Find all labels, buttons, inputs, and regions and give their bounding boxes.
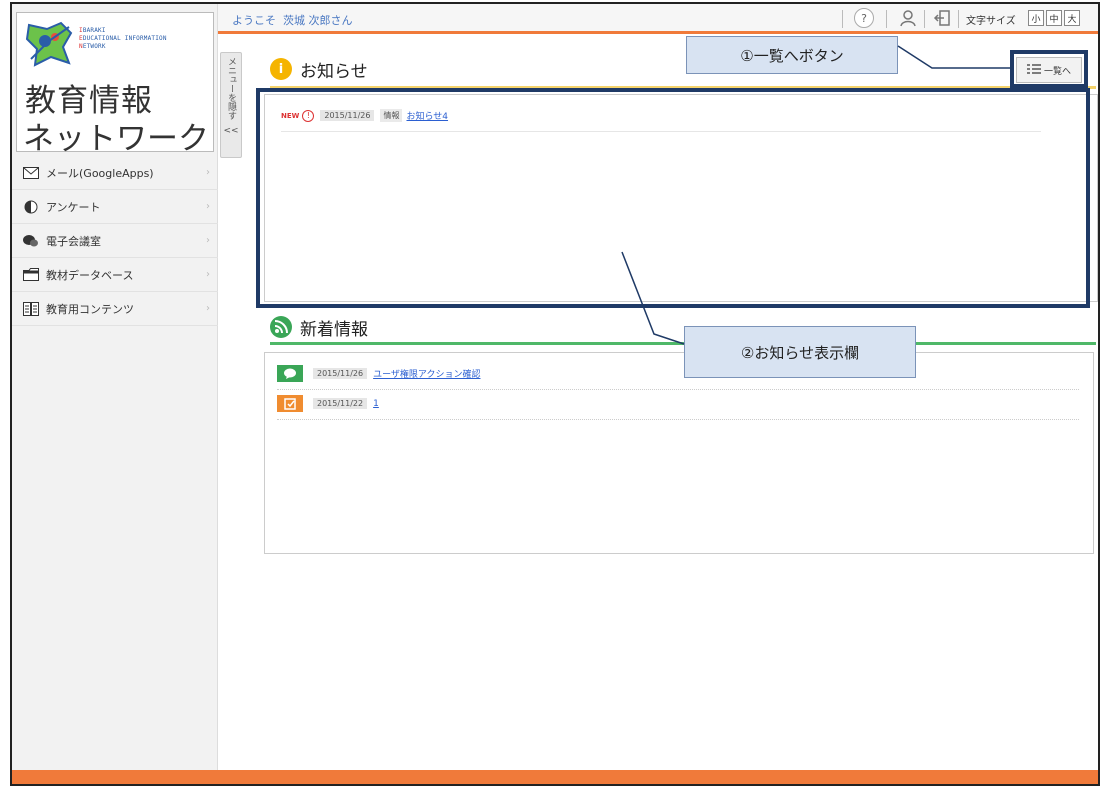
notice-panel-highlight bbox=[256, 88, 1090, 308]
chevron-right-icon: › bbox=[206, 201, 210, 212]
top-bar: ようこそ 茨城 次郎さん ? 文字サイズ 小 中 大 bbox=[218, 4, 1098, 34]
news-item[interactable]: 2015/11/26 ユーザ権限アクション確認 bbox=[277, 365, 480, 382]
mail-icon bbox=[22, 165, 40, 181]
font-size-small-button[interactable]: 小 bbox=[1028, 10, 1044, 26]
logo-en-line-3: NETWORK bbox=[79, 43, 106, 50]
logout-icon[interactable] bbox=[932, 8, 952, 28]
notice-header: i お知らせ bbox=[270, 56, 368, 82]
folder-icon bbox=[22, 267, 40, 283]
rss-icon bbox=[270, 316, 292, 338]
divider bbox=[842, 10, 843, 28]
chevron-right-icon: › bbox=[206, 167, 210, 178]
sidebar-item-conference[interactable]: 電子会議室 › bbox=[12, 224, 218, 258]
survey-icon bbox=[22, 199, 40, 215]
username-link[interactable]: 茨城 次郎さん bbox=[283, 14, 353, 27]
news-date: 2015/11/22 bbox=[313, 398, 368, 409]
font-size-medium-button[interactable]: 中 bbox=[1046, 10, 1062, 26]
news-title-link[interactable]: ユーザ権限アクション確認 bbox=[373, 367, 480, 380]
sidebar-item-label: アンケート bbox=[46, 200, 101, 214]
sidebar-item-label: 教育用コンテンツ bbox=[46, 302, 134, 316]
logo-jp-line-2: ネットワーク bbox=[23, 121, 209, 157]
hide-menu-label: メニューを隠す bbox=[226, 57, 236, 120]
news-header: 新着情報 bbox=[270, 314, 368, 340]
news-underline bbox=[270, 342, 1096, 345]
chevron-right-icon: › bbox=[206, 303, 210, 314]
divider bbox=[886, 10, 887, 28]
hide-menu-button[interactable]: メニューを隠す << bbox=[220, 52, 242, 158]
app-window: IBARAKI EDUCATIONAL INFORMATION NETWORK … bbox=[10, 2, 1100, 786]
sidebar-item-label: 教材データベース bbox=[46, 268, 134, 282]
book-icon bbox=[22, 301, 40, 317]
user-profile-icon[interactable] bbox=[898, 8, 918, 28]
survey-icon bbox=[277, 395, 303, 412]
divider bbox=[277, 389, 1079, 390]
help-icon[interactable]: ? bbox=[854, 8, 874, 28]
font-size-large-button[interactable]: 大 bbox=[1064, 10, 1080, 26]
news-title: 新着情報 bbox=[300, 319, 368, 340]
chat-icon bbox=[277, 365, 303, 382]
logo-mark-icon bbox=[25, 21, 73, 67]
font-size-label: 文字サイズ bbox=[966, 16, 1016, 27]
sidebar-item-contents[interactable]: 教育用コンテンツ › bbox=[12, 292, 218, 326]
info-icon: i bbox=[270, 58, 292, 80]
divider bbox=[958, 10, 959, 28]
callout-list-button: ①一覧へボタン bbox=[686, 36, 898, 74]
footer-bar bbox=[12, 770, 1098, 784]
logo-en-line-2: EDUCATIONAL INFORMATION bbox=[79, 35, 167, 42]
callout-notice-panel: ②お知らせ表示欄 bbox=[684, 326, 916, 378]
divider bbox=[277, 419, 1079, 420]
sidebar-item-survey[interactable]: アンケート › bbox=[12, 190, 218, 224]
sidebar-item-label: メール(GoogleApps) bbox=[46, 166, 154, 180]
double-chevron-left-icon: << bbox=[223, 126, 239, 136]
list-button-highlight bbox=[1010, 50, 1088, 88]
logo-en-line-1: IBARAKI bbox=[79, 27, 106, 34]
divider bbox=[924, 10, 925, 28]
site-logo[interactable]: IBARAKI EDUCATIONAL INFORMATION NETWORK … bbox=[16, 12, 214, 157]
chevron-right-icon: › bbox=[206, 235, 210, 246]
chat-icon bbox=[22, 233, 40, 249]
news-item[interactable]: 2015/11/22 1 bbox=[277, 395, 379, 412]
news-date: 2015/11/26 bbox=[313, 368, 368, 379]
news-list-panel: 2015/11/26 ユーザ権限アクション確認 2015/11/22 1 bbox=[264, 352, 1094, 554]
welcome-label: ようこそ bbox=[232, 14, 276, 27]
welcome-text: ようこそ 茨城 次郎さん bbox=[232, 12, 353, 28]
sidebar: IBARAKI EDUCATIONAL INFORMATION NETWORK … bbox=[12, 4, 218, 774]
chevron-right-icon: › bbox=[206, 269, 210, 280]
notice-title: お知らせ bbox=[300, 61, 368, 82]
sidebar-item-material-db[interactable]: 教材データベース › bbox=[12, 258, 218, 292]
news-title-link[interactable]: 1 bbox=[373, 399, 379, 409]
sidebar-item-label: 電子会議室 bbox=[46, 234, 101, 248]
sidebar-item-mail[interactable]: メール(GoogleApps) › bbox=[12, 156, 218, 190]
